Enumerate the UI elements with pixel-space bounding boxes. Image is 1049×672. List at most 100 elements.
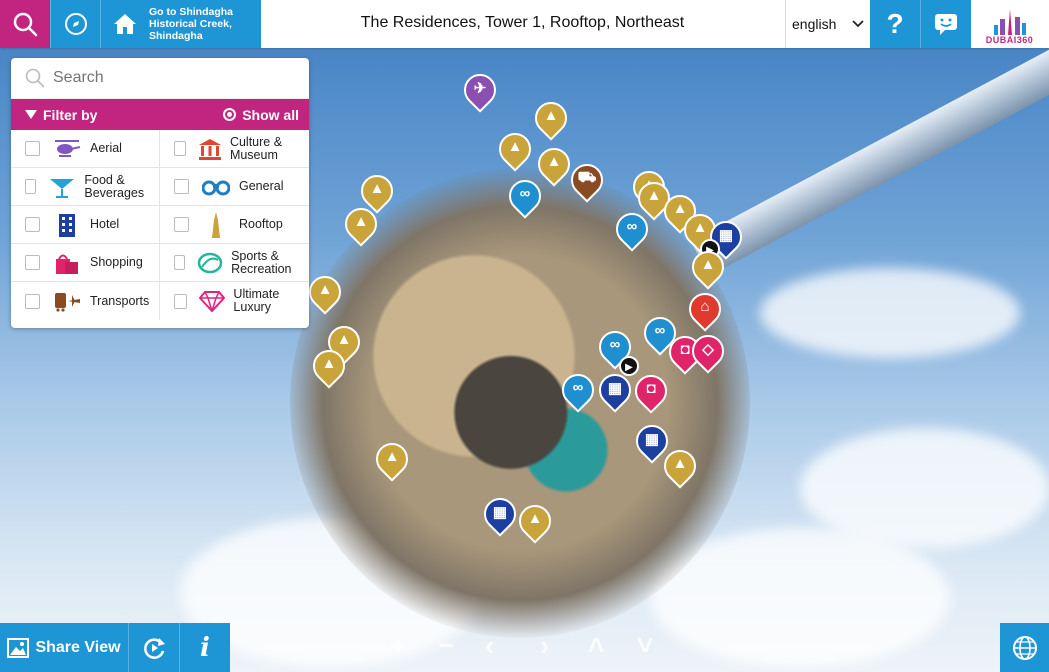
category-label: Rooftop: [239, 217, 283, 231]
category-food-beverages[interactable]: Food & Beverages: [11, 168, 160, 206]
video-marker[interactable]: ▶: [619, 356, 639, 376]
helicopter-icon: [55, 139, 81, 157]
pan-up-icon[interactable]: ˄: [588, 630, 604, 662]
share-view-button[interactable]: Share View: [0, 623, 128, 672]
image-icon: [7, 637, 30, 658]
hotspot-rooftop[interactable]: ▲: [369, 436, 415, 485]
chat-icon: [935, 14, 957, 35]
caret-down-icon: [25, 110, 37, 119]
help-icon: ?: [886, 8, 904, 39]
sports-icon: [197, 252, 223, 273]
category-label: Sports & Recreation: [231, 248, 292, 276]
category-label: Food & Beverages: [84, 172, 145, 200]
globe-icon: [1012, 635, 1037, 660]
bottom-toolbar: Share View i: [0, 623, 230, 672]
checkbox[interactable]: [174, 141, 186, 156]
hotspot-general[interactable]: ∞: [502, 173, 548, 222]
tower-icon: [212, 211, 220, 238]
hotspot-rooftop[interactable]: ▲: [531, 141, 577, 190]
rotate-icon: [144, 637, 165, 659]
category-aerial[interactable]: Aerial: [11, 130, 160, 168]
hotspot-rooftop[interactable]: ▲: [492, 126, 538, 175]
hotspot-transport[interactable]: ⛟: [564, 157, 610, 206]
category-label: General: [239, 179, 284, 193]
category-hotel[interactable]: Hotel: [11, 206, 160, 244]
search-input[interactable]: [51, 68, 295, 88]
share-view-label: Share View: [35, 638, 121, 656]
hotspot-rooftop[interactable]: ▲: [685, 244, 731, 293]
help-button[interactable]: ?: [870, 0, 920, 48]
pan-right-icon[interactable]: ›: [540, 630, 549, 662]
pan-left-icon[interactable]: ‹: [485, 630, 494, 662]
show-all-label: Show all: [242, 106, 299, 123]
diamond-icon: [199, 291, 226, 312]
checkbox[interactable]: [25, 179, 37, 194]
hotspot-rooftop[interactable]: ▲: [657, 443, 703, 492]
skyline-logo-icon: [993, 9, 1026, 35]
hotspot-aerial[interactable]: ✈: [457, 67, 503, 116]
shopping-bag-icon: [56, 254, 78, 274]
checkbox[interactable]: [174, 293, 188, 309]
search-toggle-button[interactable]: [0, 0, 50, 48]
filter-by-toggle[interactable]: Filter by: [25, 107, 97, 123]
hotspot-hotel[interactable]: ▦: [592, 367, 638, 416]
hotspot-rooftop[interactable]: ▲: [306, 343, 352, 392]
category-culture-museum[interactable]: Culture & Museum: [160, 130, 309, 168]
info-icon: i: [200, 632, 210, 663]
hotel-icon: [59, 213, 75, 237]
checkbox[interactable]: [25, 141, 40, 156]
transport-icon: [55, 293, 80, 312]
filter-by-label: Filter by: [43, 106, 98, 123]
cocktail-icon: [50, 178, 75, 198]
logo-text: DUBAI360: [985, 35, 1034, 45]
hotspot-shopping[interactable]: ◘: [628, 368, 674, 417]
category-label: Transports: [90, 293, 150, 308]
category-general[interactable]: General: [160, 168, 309, 206]
filter-header: Filter by Show all: [11, 99, 309, 130]
feedback-button[interactable]: [920, 0, 971, 48]
info-button[interactable]: i: [179, 623, 230, 672]
checkbox[interactable]: [25, 217, 40, 232]
hotspot-rooftop[interactable]: ▲: [338, 201, 384, 250]
hotspot-general[interactable]: ∞: [609, 206, 655, 255]
binoculars-icon: [202, 180, 230, 195]
search-icon: [13, 12, 38, 37]
category-label: Hotel: [90, 217, 120, 231]
globe-button[interactable]: [1000, 623, 1049, 672]
goto-location-button[interactable]: Go to Shindagha Historical Creek, Shinda…: [100, 0, 261, 48]
category-sports-recreation[interactable]: Sports & Recreation: [160, 244, 309, 282]
category-grid: Aerial Culture & Museum Food & Beverages…: [11, 130, 309, 320]
category-ultimate-luxury[interactable]: Ultimate Luxury: [160, 282, 309, 320]
radio-selected-icon: [223, 108, 237, 121]
hotspot-rooftop[interactable]: ▲: [302, 269, 348, 318]
category-label: Ultimate Luxury: [233, 287, 280, 314]
filter-panel: Filter by Show all Aerial Culture & Muse…: [11, 58, 309, 328]
checkbox[interactable]: [25, 293, 40, 309]
hotspot-hotel[interactable]: ▦: [477, 491, 523, 540]
category-transports[interactable]: Transports: [11, 282, 160, 320]
museum-icon: [198, 138, 221, 160]
checkbox[interactable]: [174, 255, 186, 270]
zoom-in-icon[interactable]: +: [390, 630, 406, 662]
page-title: The Residences, Tower 1, Rooftop, Northe…: [360, 14, 685, 31]
category-label: Culture & Museum: [229, 134, 283, 162]
category-shopping[interactable]: Shopping: [11, 244, 160, 282]
category-rooftop[interactable]: Rooftop: [160, 206, 309, 244]
category-label: Aerial: [90, 141, 122, 155]
compass-button[interactable]: [50, 0, 101, 48]
checkbox[interactable]: [174, 179, 189, 194]
hotspot-luxury[interactable]: ◇: [685, 328, 731, 377]
autorotate-button[interactable]: [128, 623, 179, 672]
hotspot-general[interactable]: ∞: [555, 367, 601, 416]
show-all-radio[interactable]: Show all: [223, 107, 299, 123]
hotspot-rooftop[interactable]: ▲: [512, 498, 558, 547]
hotspot-rooftop[interactable]: ▲: [528, 95, 574, 144]
checkbox[interactable]: [25, 255, 40, 270]
language-select[interactable]: english: [785, 0, 870, 48]
pan-down-icon[interactable]: ˅: [637, 630, 653, 662]
search-row: [11, 58, 309, 99]
zoom-out-icon[interactable]: −: [438, 630, 454, 662]
checkbox[interactable]: [174, 217, 189, 232]
dubai360-logo[interactable]: DUBAI360: [970, 0, 1049, 48]
hotspot-culture[interactable]: ⌂: [682, 286, 728, 335]
